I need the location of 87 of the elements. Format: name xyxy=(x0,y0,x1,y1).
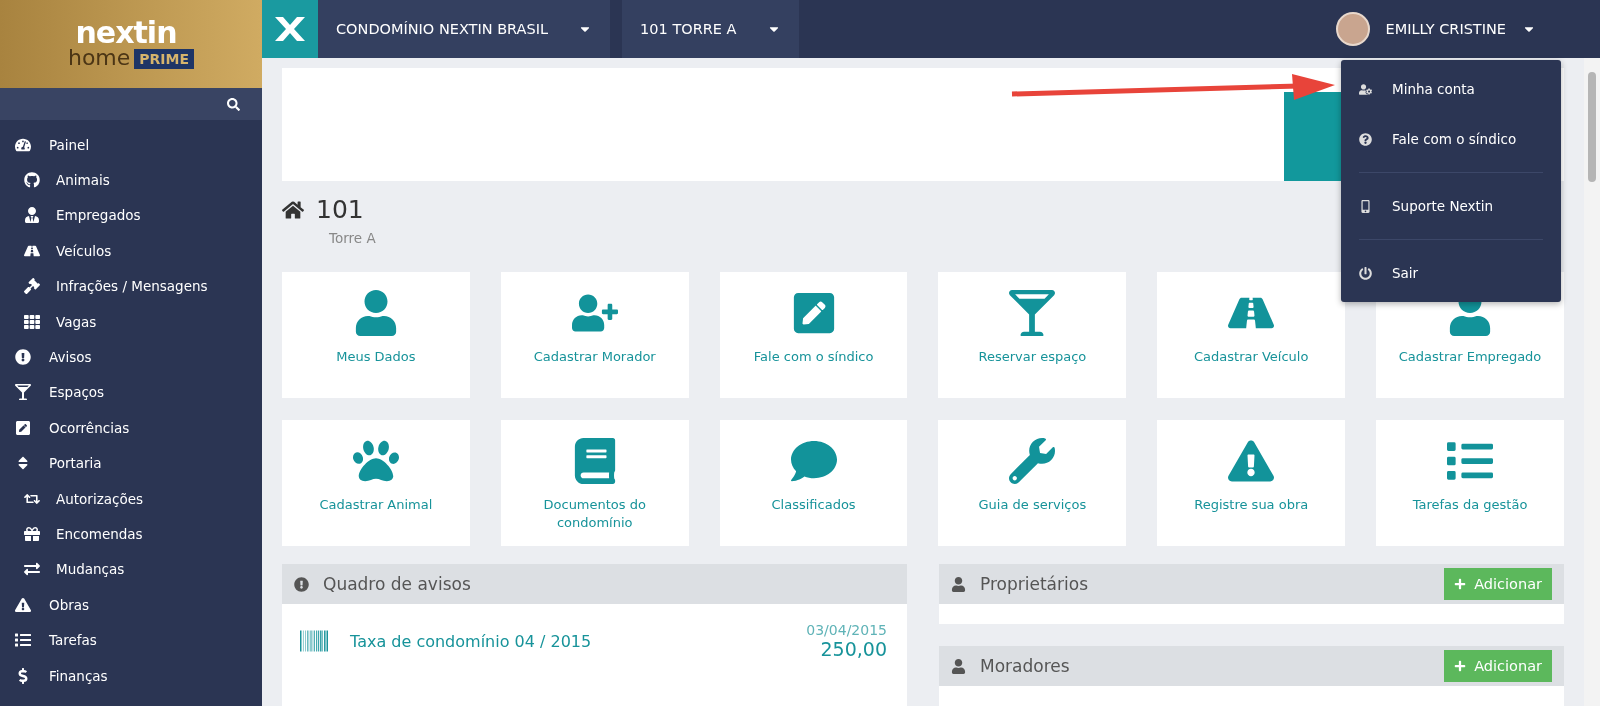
unit-tower: Torre A xyxy=(329,230,377,246)
x-logo-icon xyxy=(273,15,307,43)
shortcut-label: Reservar espaço xyxy=(978,348,1087,366)
sidebar-item[interactable]: Empregados xyxy=(0,197,262,234)
cocktail-glass-icon xyxy=(15,384,31,401)
speech-bubble-icon xyxy=(790,438,837,484)
cocktail-glass-icon xyxy=(1009,290,1056,336)
shortcut-label: Cadastrar Empregado xyxy=(1398,348,1542,366)
sidebar-item[interactable]: Encomendas xyxy=(0,516,262,552)
home-icon xyxy=(282,198,304,221)
shortcut-tile[interactable]: Reservar espaço xyxy=(938,272,1127,398)
avatar xyxy=(1335,12,1370,46)
sidebar-item[interactable]: Finanças xyxy=(0,657,262,694)
menu-item[interactable]: Fale com o síndico xyxy=(1341,114,1561,164)
shortcut-tile[interactable]: Meus Dados xyxy=(282,272,470,398)
panel-title: Moradores xyxy=(980,656,1070,676)
sidebar-item[interactable]: Infrações / Mensagens xyxy=(0,268,262,304)
context-selector[interactable]: 101 TORRE A xyxy=(622,0,799,58)
shortcut-label: Registre sua obra xyxy=(1194,496,1309,514)
shortcut-label: Cadastrar Animal xyxy=(319,496,433,514)
scrollbar-thumb[interactable] xyxy=(1588,72,1596,182)
user-icon xyxy=(24,207,40,224)
gift-icon xyxy=(24,526,40,542)
user-menu-toggle[interactable]: EMILLY CRISTINE xyxy=(1335,0,1600,58)
question-icon xyxy=(1359,132,1372,146)
gavel-icon xyxy=(24,278,40,295)
power-icon xyxy=(1359,266,1372,280)
paw-icon xyxy=(352,438,399,484)
sidebar-item[interactable]: Portaria xyxy=(0,445,262,481)
sidebar-item[interactable]: Obras xyxy=(0,587,262,623)
sidebar-item[interactable]: Painel xyxy=(0,127,262,163)
sidebar-item[interactable]: Avisos xyxy=(0,339,262,375)
shortcut-tile[interactable]: Guia de serviços xyxy=(938,420,1127,546)
swap-arrows-icon xyxy=(24,561,40,578)
sidebar-item[interactable]: Veículos xyxy=(0,233,262,269)
app-logo[interactable] xyxy=(262,0,318,58)
shortcut-tile[interactable]: Tarefas da gestão xyxy=(1376,420,1564,546)
sidebar-item[interactable]: Animais xyxy=(0,162,262,198)
grid-icon xyxy=(24,313,40,330)
list-icon xyxy=(15,632,31,649)
warning-icon xyxy=(1228,438,1275,484)
shortcut-label: Cadastrar Morador xyxy=(533,348,656,366)
sidebar-item[interactable]: Autorizações xyxy=(0,480,262,517)
shortcut-tile[interactable]: Cadastrar Morador xyxy=(500,272,689,398)
context-selector[interactable]: CONDOMÍNIO NEXTIN BRASIL xyxy=(318,0,611,58)
menu-item[interactable]: Minha conta xyxy=(1341,64,1561,114)
wrench-icon xyxy=(1009,438,1056,484)
shortcut-label: Cadastrar Veículo xyxy=(1194,348,1309,366)
notice-amount: 250,00 xyxy=(820,638,887,660)
panel-title: Proprietários xyxy=(980,574,1088,594)
sidebar-item[interactable]: Ocorrências xyxy=(0,410,262,446)
warning-icon xyxy=(15,596,31,613)
shortcut-tile[interactable]: Registre sua obra xyxy=(1157,420,1346,546)
sidebar-item[interactable]: Espaços xyxy=(0,374,262,411)
unit-number: 101 xyxy=(316,195,364,224)
phone-icon xyxy=(1359,199,1372,213)
scrollbar[interactable] xyxy=(1584,58,1600,706)
shortcut-label: Classificados xyxy=(771,496,856,514)
plus-icon xyxy=(1454,578,1467,590)
user-icon xyxy=(951,576,966,592)
notice-title[interactable]: Taxa de condomínio 04 / 2015 xyxy=(350,631,592,651)
plus-icon xyxy=(1454,660,1467,672)
exclamation-icon xyxy=(15,349,31,366)
search-icon[interactable] xyxy=(227,97,240,111)
shortcut-label: Documentos do condomínio xyxy=(542,496,647,532)
shortcut-label: Fale com o síndico xyxy=(753,348,874,366)
shortcut-label: Tarefas da gestão xyxy=(1412,496,1528,514)
sidebar-item[interactable]: Tarefas xyxy=(0,622,262,658)
sidebar-item[interactable]: Mudanças xyxy=(0,551,262,588)
shortcut-label: Guia de serviços xyxy=(978,496,1087,514)
sidebar-item[interactable]: Vagas xyxy=(0,303,262,340)
shortcut-tile[interactable]: Cadastrar Animal xyxy=(282,420,470,546)
panel-title: Quadro de avisos xyxy=(323,574,471,594)
menu-item[interactable]: Suporte Nextin xyxy=(1341,181,1561,231)
shortcut-tile[interactable]: Cadastrar Veículo xyxy=(1157,272,1346,398)
notice-date: 03/04/2015 xyxy=(806,622,887,638)
dashboard-icon xyxy=(15,136,31,153)
shortcut-tile[interactable]: Documentos do condomínio xyxy=(500,420,689,546)
exclamation-icon xyxy=(294,576,309,592)
shortcut-label: Meus Dados xyxy=(336,348,416,366)
user-icon xyxy=(951,658,966,674)
logo-subtext: home xyxy=(67,47,131,69)
shortcut-tile[interactable]: Classificados xyxy=(719,420,908,546)
shortcut-tile[interactable]: Fale com o síndico xyxy=(719,272,908,398)
logo-badge: PRIME xyxy=(134,49,195,69)
user-gear-icon xyxy=(1359,82,1372,96)
logo-text: nextin xyxy=(75,19,177,47)
